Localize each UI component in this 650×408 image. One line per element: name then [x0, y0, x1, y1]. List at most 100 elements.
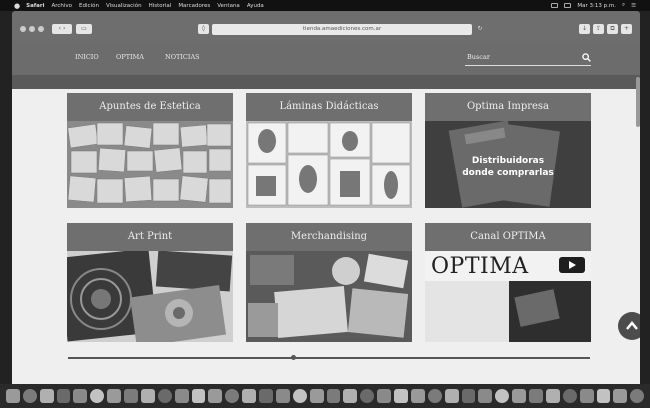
- tile-image-optima-impresa[interactable]: Distribuidoras donde comprarlas: [425, 121, 591, 208]
- tile-optima-impresa[interactable]: Optima Impresa Distribuidoras donde comp…: [425, 93, 591, 208]
- page-scrollbar[interactable]: [636, 77, 640, 127]
- dock-app-icon[interactable]: [275, 389, 290, 403]
- tile-image-merchandising[interactable]: [246, 251, 412, 342]
- dock-app-icon[interactable]: [309, 389, 324, 403]
- desktop-screen: ● Safari Archivo Edición Visualización H…: [0, 0, 650, 408]
- notification-center-icon[interactable]: ☰: [631, 3, 636, 9]
- download-icon[interactable]: ↓: [579, 24, 590, 34]
- dock-app-icon[interactable]: [613, 389, 628, 403]
- tile-image-art-print[interactable]: [67, 251, 233, 342]
- new-tab-icon[interactable]: +: [621, 24, 632, 34]
- tile-image-laminas[interactable]: [246, 121, 412, 208]
- dock-app-icon[interactable]: [579, 389, 594, 403]
- dock-app-icon[interactable]: [56, 389, 71, 403]
- shield-icon[interactable]: ◊: [198, 24, 209, 34]
- tile-overlay-line-1: Distribuidoras: [471, 156, 545, 166]
- tile-title[interactable]: Merchandising: [246, 223, 412, 251]
- apple-menu-icon[interactable]: ●: [14, 2, 20, 10]
- close-window-button[interactable]: [20, 26, 26, 32]
- macos-menu-bar: ● Safari Archivo Edición Visualización H…: [0, 0, 650, 11]
- dock-app-icon[interactable]: [107, 389, 121, 403]
- search-placeholder: Buscar: [467, 53, 490, 61]
- dock-app-icon[interactable]: [427, 389, 442, 403]
- section-divider: [68, 357, 590, 359]
- dock-app-icon[interactable]: [140, 389, 155, 403]
- wifi-icon[interactable]: [551, 3, 559, 8]
- toolbar-right-actions: ↓ ⇪ ⧉ +: [579, 24, 632, 34]
- tile-title[interactable]: Art Print: [67, 223, 233, 251]
- dock-app-icon[interactable]: [292, 389, 307, 403]
- dock-app-icon[interactable]: [343, 389, 358, 403]
- reload-icon[interactable]: ↻: [476, 24, 484, 34]
- dock-app-icon[interactable]: [242, 389, 256, 403]
- tile-title[interactable]: Apuntes de Estetica: [67, 93, 233, 121]
- tile-art-print[interactable]: Art Print: [67, 223, 233, 342]
- menu-historial[interactable]: Historial: [149, 3, 172, 9]
- sidebar-toggle-button[interactable]: ▭: [76, 24, 92, 34]
- menu-edicion[interactable]: Edición: [79, 3, 99, 9]
- dock-app-icon[interactable]: [90, 389, 105, 403]
- tile-image-canal-optima[interactable]: OPTIMA: [425, 251, 591, 342]
- dock-app-icon[interactable]: [495, 389, 510, 403]
- back-forward-buttons[interactable]: ‹ ›: [52, 24, 72, 34]
- nav-optima[interactable]: OPTIMA: [116, 53, 144, 61]
- dock-app-icon[interactable]: [5, 389, 20, 403]
- menu-ayuda[interactable]: Ayuda: [247, 3, 264, 9]
- menu-safari[interactable]: Safari: [26, 3, 44, 9]
- tile-apuntes-estetica[interactable]: Apuntes de Estetica: [67, 93, 233, 208]
- menu-visualizacion[interactable]: Visualización: [106, 3, 142, 9]
- dock-app-icon[interactable]: [478, 389, 493, 403]
- dock-app-icon[interactable]: [191, 389, 206, 403]
- minimize-window-button[interactable]: [29, 26, 35, 32]
- dock-app-icon[interactable]: [326, 389, 341, 403]
- dock-app-icon[interactable]: [630, 389, 645, 403]
- tile-overlay-line-2: donde comprarlas: [462, 168, 554, 178]
- tile-canal-optima[interactable]: Canal OPTIMA OPTIMA: [425, 223, 591, 342]
- dock-app-icon[interactable]: [596, 389, 611, 403]
- tabs-overview-icon[interactable]: ⧉: [607, 24, 618, 34]
- clock[interactable]: Mar 3:13 p.m.: [577, 3, 616, 9]
- dock-app-icon[interactable]: [461, 389, 476, 403]
- tile-merchandising[interactable]: Merchandising: [246, 223, 412, 342]
- dock-app-icon[interactable]: [512, 389, 526, 403]
- site-nav-bar: INICIO OPTIMA NOTICIAS Buscar: [12, 41, 640, 75]
- dock-app-icon[interactable]: [22, 389, 37, 403]
- tile-laminas-didacticas[interactable]: Láminas Didácticas: [246, 93, 412, 208]
- browser-toolbar: ‹ › ▭ ◊ tienda.amaediciones.com.ar ↻ ↓ ⇪…: [12, 11, 640, 41]
- menu-ventana[interactable]: Ventana: [217, 3, 240, 9]
- macos-dock: [0, 384, 650, 408]
- dock-app-icon[interactable]: [545, 389, 560, 403]
- tile-title[interactable]: Canal OPTIMA: [425, 223, 591, 251]
- dock-app-icon[interactable]: [174, 389, 189, 403]
- tile-title[interactable]: Láminas Didácticas: [246, 93, 412, 121]
- dock-app-icon[interactable]: [394, 389, 408, 403]
- dock-app-icon[interactable]: [377, 389, 391, 403]
- dock-app-icon[interactable]: [73, 389, 88, 403]
- share-icon[interactable]: ⇪: [593, 24, 604, 34]
- dock-app-icon[interactable]: [360, 389, 375, 403]
- dock-app-icon[interactable]: [410, 389, 425, 403]
- dock-app-icon[interactable]: [562, 389, 577, 403]
- battery-icon[interactable]: [564, 3, 572, 8]
- dock-app-icon[interactable]: [39, 389, 54, 403]
- menu-marcadores[interactable]: Marcadores: [178, 3, 210, 9]
- zoom-window-button[interactable]: [38, 26, 44, 32]
- scroll-to-top-button[interactable]: [618, 312, 640, 340]
- tile-image-apuntes[interactable]: [67, 121, 233, 208]
- spotlight-icon[interactable]: ⌕: [622, 2, 625, 9]
- address-bar[interactable]: tienda.amaediciones.com.ar: [212, 24, 472, 35]
- dock-app-icon[interactable]: [529, 389, 543, 403]
- site-search[interactable]: Buscar: [465, 50, 591, 66]
- dock-app-icon[interactable]: [259, 389, 273, 403]
- dock-app-icon[interactable]: [208, 389, 223, 403]
- dock-app-icon[interactable]: [157, 389, 172, 403]
- nav-noticias[interactable]: NOTICIAS: [165, 53, 200, 61]
- search-icon[interactable]: [582, 53, 591, 62]
- nav-inicio[interactable]: INICIO: [75, 53, 99, 61]
- dock-app-icon[interactable]: [444, 389, 459, 403]
- hero-banner-strip: [12, 75, 640, 89]
- menu-archivo[interactable]: Archivo: [51, 3, 72, 9]
- tile-title[interactable]: Optima Impresa: [425, 93, 591, 121]
- dock-app-icon[interactable]: [225, 389, 240, 403]
- dock-app-icon[interactable]: [124, 389, 138, 403]
